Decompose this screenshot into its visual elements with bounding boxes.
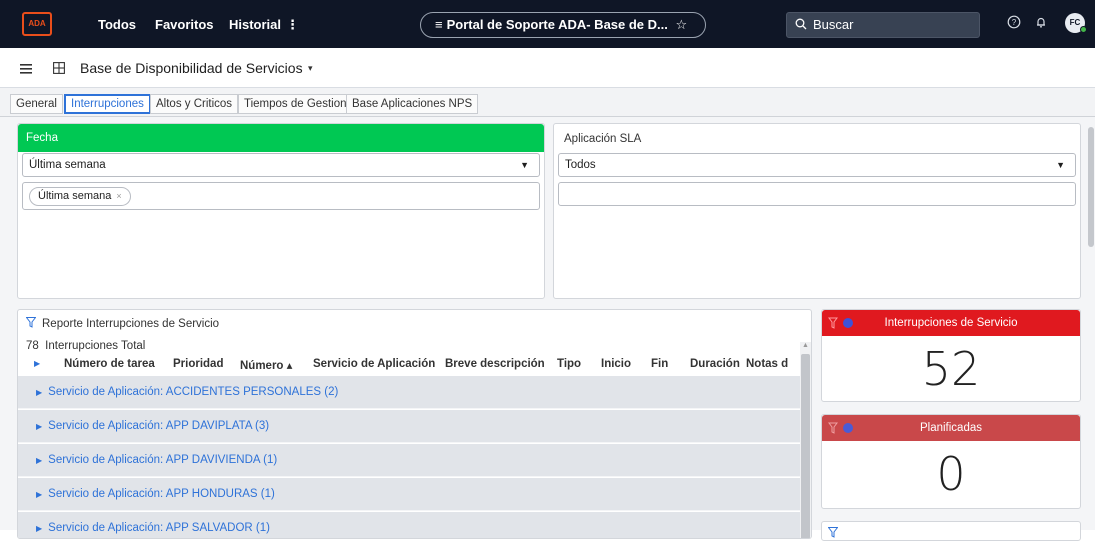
aplicacion-selected-value: Todos	[565, 159, 596, 171]
help-icon[interactable]: ?	[1006, 15, 1022, 31]
search-placeholder: Buscar	[813, 17, 854, 32]
group-label[interactable]: Servicio de Aplicación: APP DAVIPLATA (3…	[48, 420, 269, 432]
fecha-chip-label: Última semana	[38, 190, 112, 202]
column-header[interactable]: Servicio de Aplicación	[313, 358, 435, 370]
scroll-up-icon[interactable]: ▲	[802, 342, 809, 349]
kpi-interrupciones-header: Interrupciones de Servicio	[822, 310, 1080, 336]
portal-title-pill[interactable]: ≡ Portal de Soporte ADA- Base de D... ☆	[420, 12, 706, 38]
column-header[interactable]: Fin	[651, 358, 668, 370]
table-header: ▶ Número de tarea Prioridad Número ▴ Ser…	[18, 358, 810, 376]
report-title: Reporte Interrupciones de Servicio	[42, 318, 220, 330]
aplicacion-chip-box[interactable]	[558, 182, 1076, 206]
tab-general[interactable]: General	[10, 94, 63, 114]
chevron-down-icon: ▼	[520, 160, 529, 170]
kpi-title: Interrupciones de Servicio	[884, 317, 1018, 329]
group-label[interactable]: Servicio de Aplicación: ACCIDENTES PERSO…	[48, 386, 338, 398]
dashboard-title-bar: Base de Disponibilidad de Servicios ▾	[0, 48, 1095, 88]
aplicacion-filter-header: Aplicación SLA	[564, 133, 642, 145]
column-header[interactable]: Breve descripción	[445, 358, 545, 370]
column-header[interactable]: Prioridad	[173, 358, 223, 370]
column-header[interactable]: Duración	[690, 358, 740, 370]
expand-icon[interactable]: ▶	[36, 524, 42, 533]
report-total: 78 Interrupciones Total	[26, 340, 146, 352]
kpi-filter-info-icons[interactable]	[828, 317, 868, 329]
kpi-title: Planificadas	[919, 422, 982, 434]
user-avatar[interactable]: FC	[1065, 13, 1087, 33]
expand-all-icon[interactable]: ▶	[34, 359, 40, 368]
online-status-dot	[1080, 26, 1087, 33]
fecha-chip[interactable]: Última semana ×	[29, 187, 131, 206]
nav-historial[interactable]: Historial	[229, 17, 281, 32]
tab-tiempos-de-gestion[interactable]: Tiempos de Gestion	[238, 94, 353, 114]
group-label[interactable]: Servicio de Aplicación: APP SALVADOR (1)	[48, 522, 270, 534]
filter-icon[interactable]	[26, 317, 36, 328]
portal-title: Portal de Soporte ADA- Base de D...	[446, 17, 668, 32]
group-label[interactable]: Servicio de Aplicación: APP HONDURAS (1)	[48, 488, 275, 500]
star-icon[interactable]: ☆	[676, 17, 688, 32]
column-header[interactable]: Inicio	[601, 358, 631, 370]
group-row[interactable]: ▶ Servicio de Aplicación: ACCIDENTES PERS…	[18, 376, 810, 409]
nav-todos[interactable]: Todos	[98, 17, 136, 32]
dashboard-canvas: Fecha Última semana ▼ Última semana × Apl…	[0, 117, 1095, 541]
list-icon: ≡	[435, 17, 443, 32]
group-row[interactable]: ▶ Servicio de Aplicación: APP HONDURAS (1…	[18, 478, 810, 511]
report-panel: Reporte Interrupciones de Servicio 78 In…	[17, 309, 812, 539]
page-title[interactable]: Base de Disponibilidad de Servicios	[80, 60, 303, 76]
kpi-value: 0	[936, 447, 966, 501]
title-dropdown-icon[interactable]: ▾	[308, 63, 313, 74]
report-scrollbar[interactable]: ▲	[800, 342, 811, 538]
expand-icon[interactable]: ▶	[36, 422, 42, 431]
column-header[interactable]: Notas d	[746, 358, 794, 370]
kpi-interrupciones-card[interactable]: Interrupciones de Servicio 52	[821, 309, 1081, 402]
scrollbar-thumb[interactable]	[1088, 127, 1094, 247]
group-row[interactable]: ▶ Servicio de Aplicación: APP SALVADOR (1…	[18, 512, 810, 538]
fecha-select[interactable]: Última semana ▼	[22, 153, 540, 177]
column-header[interactable]: Tipo	[557, 358, 581, 370]
fecha-filter-header: Fecha	[18, 124, 544, 152]
fecha-chip-box[interactable]: Última semana ×	[22, 182, 540, 210]
ada-logo[interactable]: ADA	[22, 12, 52, 36]
nav-favoritos[interactable]: Favoritos	[155, 17, 214, 32]
dashboard-tabs: General Interrupciones Altos y Criticos …	[0, 88, 1095, 117]
filter-icon[interactable]	[828, 527, 838, 538]
group-row[interactable]: ▶ Servicio de Aplicación: APP DAVIVIENDA …	[18, 444, 810, 477]
aplicacion-select[interactable]: Todos ▼	[558, 153, 1076, 177]
avatar-initials: FC	[1069, 18, 1081, 27]
expand-icon[interactable]: ▶	[36, 490, 42, 499]
expand-icon[interactable]: ▶	[36, 456, 42, 465]
more-menu-icon[interactable]: ⋮	[286, 17, 299, 33]
chevron-down-icon: ▼	[1056, 160, 1065, 170]
search-icon	[795, 18, 807, 30]
group-row[interactable]: ▶ Servicio de Aplicación: APP DAVIPLATA (…	[18, 410, 810, 443]
scrollbar-thumb[interactable]	[801, 354, 810, 538]
aplicacion-sla-filter-panel: Aplicación SLA Todos ▼	[553, 123, 1081, 299]
expand-icon[interactable]: ▶	[36, 388, 42, 397]
fecha-filter-panel: Fecha Última semana ▼ Última semana ×	[17, 123, 545, 299]
kpi-planificadas-card[interactable]: Planificadas 0	[821, 414, 1081, 509]
hamburger-menu-icon[interactable]	[20, 64, 32, 74]
kpi-partial-card[interactable]	[821, 521, 1081, 541]
tab-interrupciones[interactable]: Interrupciones	[64, 94, 151, 114]
top-navigation-bar: ADA Todos Favoritos Historial ⋮ ≡ Portal …	[0, 0, 1095, 48]
notifications-bell-icon[interactable]	[1033, 15, 1049, 31]
kpi-planificadas-header: Planificadas	[822, 415, 1080, 441]
fecha-selected-value: Última semana	[29, 159, 106, 171]
grid-layout-icon[interactable]	[53, 62, 65, 74]
search-input[interactable]: Buscar	[786, 12, 980, 38]
group-label[interactable]: Servicio de Aplicación: APP DAVIVIENDA (…	[48, 454, 277, 466]
chip-close-icon[interactable]: ×	[116, 191, 121, 201]
column-header[interactable]: Número ▴	[240, 358, 292, 372]
kpi-value: 52	[921, 342, 981, 396]
tab-altos-y-criticos[interactable]: Altos y Criticos	[150, 94, 239, 114]
svg-text:?: ?	[1012, 18, 1017, 27]
tab-base-aplicaciones-nps[interactable]: Base Aplicaciones NPS	[346, 94, 479, 114]
kpi-filter-info-icons[interactable]	[828, 422, 868, 434]
page-scrollbar[interactable]	[1087, 117, 1095, 530]
column-header[interactable]: Número de tarea	[64, 358, 155, 370]
